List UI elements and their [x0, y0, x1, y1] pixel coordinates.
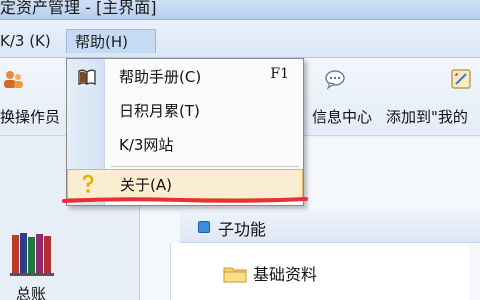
menu-item-shortcut: F1 — [270, 66, 289, 82]
message-center-label: 信息中心 — [312, 108, 373, 126]
menu-k3[interactable]: K/3 (K) — [0, 29, 51, 53]
folder-icon — [223, 267, 247, 283]
books-icon[interactable] — [10, 229, 58, 277]
switch-operator-label: 换操作员 — [0, 108, 61, 126]
add-to-favorites-label: 添加到"我的 — [386, 108, 468, 126]
menu-item-help-manual[interactable]: 帮助手册(C) F1 — [67, 62, 303, 92]
sub-function-list: 基础资料 — [170, 243, 470, 300]
menu-bar: K/3 (K) 帮助(H) — [0, 20, 480, 58]
help-dropdown-menu: 帮助手册(C) F1 日积月累(T) K/3网站 关于(A) — [66, 58, 304, 206]
red-underline-annotation — [62, 197, 308, 203]
title-bar: 定资产管理 - [主界面] — [0, 0, 480, 20]
question-mark-icon — [82, 174, 94, 193]
nav-item-general-ledger[interactable]: 总账 — [16, 283, 46, 300]
window-title: 定资产管理 - [主界面] — [0, 0, 157, 17]
menu-item-label: 日积月累(T) — [119, 102, 200, 120]
menu-item-about[interactable]: 关于(A) — [67, 169, 303, 199]
menu-item-k3-website[interactable]: K/3网站 — [67, 130, 303, 160]
menu-item-label: 帮助手册(C) — [119, 68, 202, 86]
menu-item-tips[interactable]: 日积月累(T) — [67, 96, 303, 126]
list-item-label: 基础资料 — [253, 265, 318, 284]
menu-separator — [111, 166, 299, 167]
add-to-favorites-button[interactable]: 添加到"我的 — [384, 62, 480, 132]
section-title: 子功能 — [218, 220, 267, 239]
square-bullet-icon — [198, 221, 210, 233]
section-header: 子功能 — [180, 211, 480, 243]
menu-item-label: 关于(A) — [120, 176, 172, 194]
book-icon — [78, 69, 96, 86]
users-icon — [4, 71, 23, 88]
chat-bubble-icon — [325, 70, 345, 90]
message-center-button[interactable]: 信息中心 — [312, 62, 376, 132]
menu-help[interactable]: 帮助(H) — [66, 29, 156, 53]
menu-item-label: K/3网站 — [119, 136, 174, 154]
add-bookmark-icon — [451, 69, 471, 89]
switch-operator-button[interactable]: 换操作员 — [0, 62, 70, 132]
